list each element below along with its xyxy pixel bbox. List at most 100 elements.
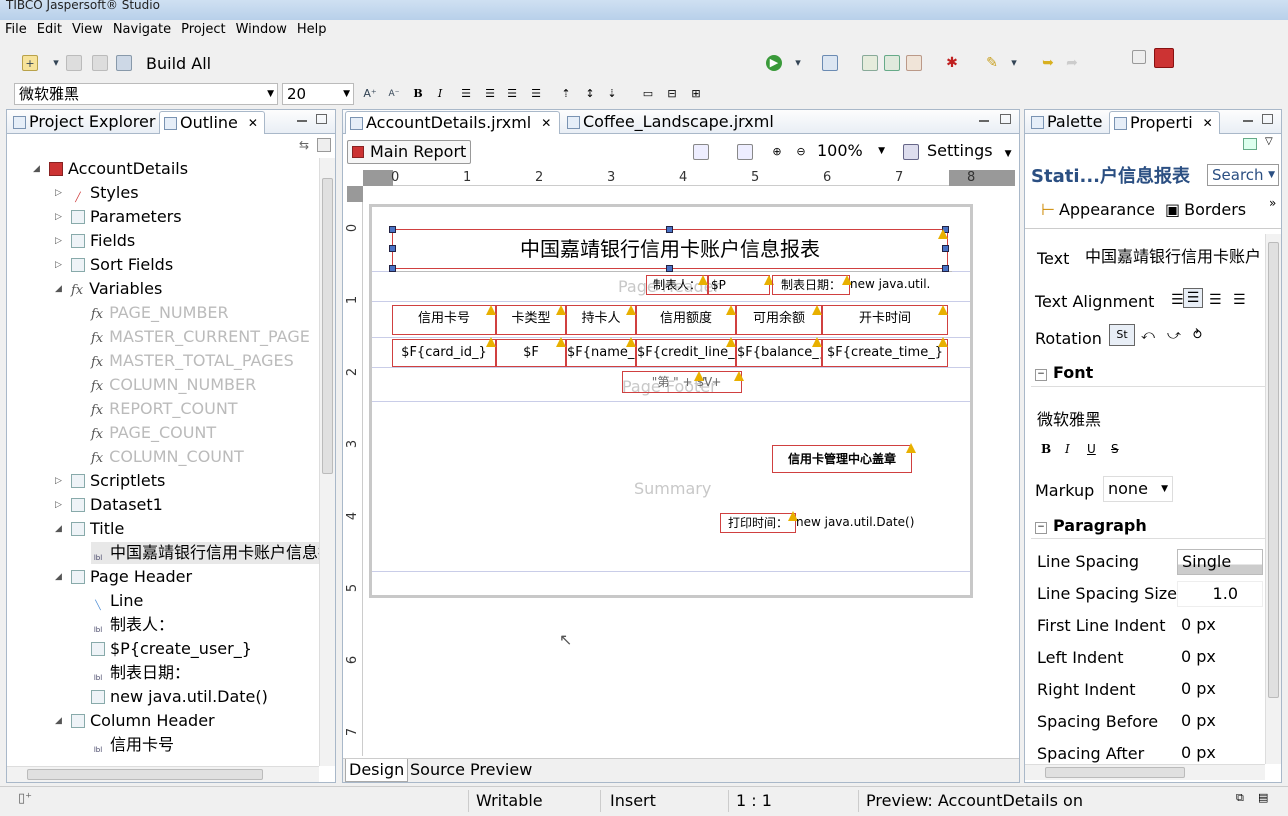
font-section-header[interactable]: Font xyxy=(1035,363,1093,382)
align-left-icon[interactable]: ☰ xyxy=(458,86,474,102)
close-icon[interactable]: ✕ xyxy=(248,112,258,134)
tree-item[interactable]: ▷ Dataset1 xyxy=(55,494,163,516)
close-icon[interactable]: ✕ xyxy=(1203,112,1213,134)
properties-horizontal-scrollbar[interactable] xyxy=(1025,764,1265,780)
align-right-icon[interactable]: ☰ xyxy=(1209,292,1222,308)
restore-icon[interactable]: ⧉ xyxy=(1236,791,1244,805)
detail-field-cell[interactable]: $F{credit_line_} xyxy=(636,339,736,367)
valign-middle-icon[interactable]: ↕ xyxy=(582,86,598,102)
expand-closed-icon[interactable]: ▷ xyxy=(55,206,62,228)
resize-handle[interactable] xyxy=(666,226,673,233)
font-bold-icon[interactable]: B xyxy=(1041,442,1051,456)
font-name-select[interactable]: 微软雅黑 ▼ xyxy=(14,83,278,105)
tree-item[interactable]: ▷ Scriptlets xyxy=(55,470,165,492)
print-time-label[interactable]: 打印时间： xyxy=(720,513,796,533)
new-icon[interactable]: + xyxy=(22,55,38,71)
properties-vertical-scrollbar[interactable] xyxy=(1265,234,1281,764)
menu-window[interactable]: Window xyxy=(231,20,292,40)
align-center-icon[interactable]: ☰ xyxy=(482,86,498,102)
tree-item[interactable]: ▷ Fields xyxy=(55,230,135,252)
run-icon[interactable]: ▶ xyxy=(766,55,782,71)
tree-item[interactable]: ◢ fx Variables xyxy=(55,278,162,300)
font-underline-icon[interactable]: U xyxy=(1087,442,1096,456)
more-tabs-icon[interactable]: » xyxy=(1269,196,1276,210)
column-header-cell[interactable]: 开卡时间 xyxy=(822,305,948,335)
paragraph-property-input[interactable]: 1.0 xyxy=(1177,581,1263,607)
minimize-icon[interactable] xyxy=(979,120,989,122)
expand-closed-icon[interactable]: ▷ xyxy=(55,254,62,276)
tree-item[interactable]: lbl 制表人： xyxy=(91,614,174,636)
zoom-select[interactable]: 100% ▼ xyxy=(813,140,889,164)
font-name-value[interactable]: 微软雅黑 xyxy=(1037,406,1101,430)
settings-button[interactable]: Settings ▼ xyxy=(927,141,1012,160)
align-justify-icon[interactable]: ☰ xyxy=(528,86,544,102)
menu-project[interactable]: Project xyxy=(176,20,230,40)
menu-help[interactable]: Help xyxy=(292,20,332,40)
tree-item[interactable]: fx PAGE_NUMBER xyxy=(91,302,229,324)
expand-open-icon[interactable]: ◢ xyxy=(55,518,62,540)
search-input[interactable]: Search ▼ xyxy=(1207,164,1279,186)
paragraph-property-input[interactable]: 0 px xyxy=(1177,645,1263,671)
print-time-field[interactable]: new java.util.Date() xyxy=(796,515,914,529)
debug-icon[interactable]: ✱ xyxy=(944,55,960,71)
main-report-button[interactable]: Main Report xyxy=(347,140,471,164)
tree-item[interactable]: fx MASTER_TOTAL_PAGES xyxy=(91,350,294,372)
report-perspective-icon[interactable] xyxy=(1154,48,1174,68)
tree-item[interactable]: ◢ Column Header xyxy=(55,710,215,732)
tree-item[interactable]: lbl 中国嘉靖银行信用卡账户信息报表 xyxy=(91,542,319,564)
edit-icon[interactable] xyxy=(906,55,922,71)
build-all-button[interactable]: Build All xyxy=(146,54,211,73)
italic-icon[interactable]: I xyxy=(432,86,448,102)
tab-design[interactable]: Design xyxy=(345,759,409,782)
expand-open-icon[interactable]: ◢ xyxy=(55,278,62,300)
tree-item[interactable]: new java.util.Date() xyxy=(91,686,268,708)
expand-closed-icon[interactable]: ▷ xyxy=(55,230,62,252)
save-all-icon[interactable] xyxy=(92,55,108,71)
rotation-none-icon[interactable]: St xyxy=(1109,324,1135,346)
open-perspective-icon[interactable] xyxy=(1132,50,1146,64)
subtab-appearance[interactable]: ⊢ Appearance xyxy=(1041,200,1155,219)
view-menu-icon[interactable]: ▽ xyxy=(1265,136,1273,147)
collapse-all-icon[interactable]: ⇆ xyxy=(299,138,309,152)
maximize-icon[interactable] xyxy=(316,114,327,124)
settings-icon[interactable] xyxy=(903,144,919,160)
tree-item[interactable]: fx COLUMN_COUNT xyxy=(91,446,244,468)
tab-source[interactable]: Source xyxy=(407,759,468,782)
menu-view[interactable]: View xyxy=(67,20,108,40)
align-right-icon[interactable]: ☰ xyxy=(504,86,520,102)
window-icon[interactable]: ▤ xyxy=(1258,791,1268,804)
back-icon[interactable]: ➥ xyxy=(1040,55,1056,71)
print-icon[interactable] xyxy=(116,55,132,71)
detail-field-cell[interactable]: $F{balance_} xyxy=(736,339,822,367)
resize-handle[interactable] xyxy=(942,265,949,272)
expand-open-icon[interactable]: ◢ xyxy=(55,710,62,732)
tree-item[interactable]: $P{create_user_} xyxy=(91,638,252,660)
tree-item[interactable]: ◢ Page Header xyxy=(55,566,192,588)
tab-project-explorer[interactable]: Project Explorer xyxy=(9,111,161,134)
tab-palette[interactable]: Palette xyxy=(1027,111,1108,134)
scrollbar-thumb[interactable] xyxy=(1268,242,1279,698)
markup-select[interactable]: none ▼ xyxy=(1103,476,1173,502)
resize-handle[interactable] xyxy=(666,265,673,272)
tab-preview[interactable]: Preview xyxy=(467,759,535,782)
maker-param-field[interactable]: $P xyxy=(708,275,770,295)
minimize-icon[interactable] xyxy=(1243,120,1253,122)
text-input[interactable]: 中国嘉靖银行信用卡账户信息报表 xyxy=(1081,246,1263,270)
column-header-cell[interactable]: 信用卡号 xyxy=(392,305,496,335)
scrollbar-thumb[interactable] xyxy=(27,769,263,780)
grid-icon[interactable]: ⊞ xyxy=(688,86,704,102)
valign-top-icon[interactable]: ⇡ xyxy=(558,86,574,102)
tree-item[interactable]: ▷ Sort Fields xyxy=(55,254,173,276)
fast-view-icon[interactable]: ▯⁺ xyxy=(18,791,32,806)
column-header-cell[interactable]: 可用余额 xyxy=(736,305,822,335)
tree-item[interactable]: fx COLUMN_NUMBER xyxy=(91,374,256,396)
tab-outline[interactable]: Outline ✕ xyxy=(159,111,265,134)
zoom-in-icon[interactable]: ⊕ xyxy=(769,144,785,160)
resize-handle[interactable] xyxy=(389,265,396,272)
font-size-select[interactable]: 20 ▼ xyxy=(282,83,354,105)
menu-navigate[interactable]: Navigate xyxy=(108,20,176,40)
maximize-icon[interactable] xyxy=(1000,114,1011,124)
expand-open-icon[interactable]: ◢ xyxy=(55,566,62,588)
paragraph-property-input[interactable]: 0 px xyxy=(1177,613,1263,639)
tree-item[interactable]: ◢ Title xyxy=(55,518,124,540)
